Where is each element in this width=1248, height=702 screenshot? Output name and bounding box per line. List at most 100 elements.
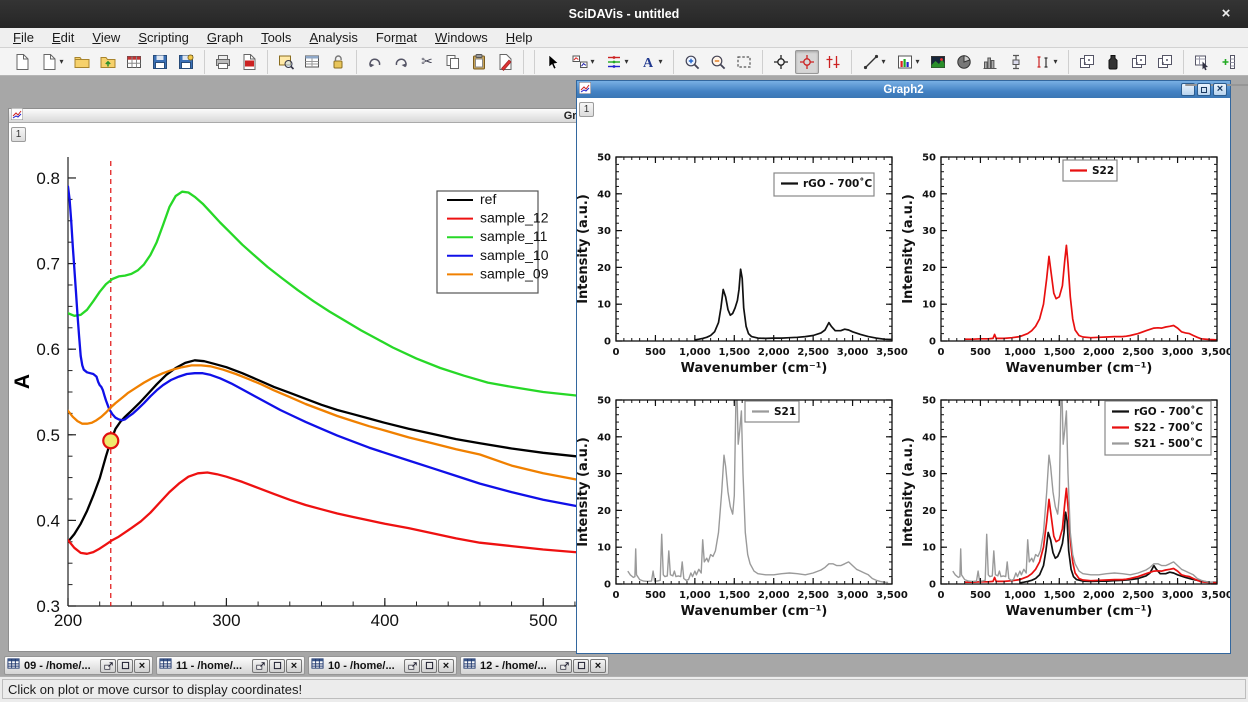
raman-top-left-legend[interactable]: rGO - 700˚C bbox=[774, 173, 874, 196]
menu-edit[interactable]: Edit bbox=[43, 28, 83, 47]
svg-text:40: 40 bbox=[597, 189, 611, 200]
maximize-window-icon[interactable] bbox=[421, 659, 437, 673]
pie-chart-button[interactable] bbox=[952, 50, 976, 74]
menu-view[interactable]: View bbox=[83, 28, 129, 47]
raman-bottom-right-legend[interactable]: rGO - 700˚CS22 - 700˚CS21 - 500˚C bbox=[1105, 401, 1211, 455]
cut-button[interactable]: ✂ bbox=[415, 50, 439, 74]
svg-text:1,500: 1,500 bbox=[718, 590, 750, 601]
restore-window-icon[interactable] bbox=[100, 659, 116, 673]
svg-text:1,500: 1,500 bbox=[1043, 347, 1075, 358]
box-plot-button[interactable] bbox=[1004, 50, 1028, 74]
data-reader-button[interactable] bbox=[795, 50, 819, 74]
save-template-button[interactable] bbox=[174, 50, 198, 74]
mdi-workspace: Graph1 1 0.30.40.50.60.70.8200300400500A… bbox=[0, 76, 1248, 676]
svg-text:Wavenumber (cm⁻¹): Wavenumber (cm⁻¹) bbox=[681, 361, 828, 376]
select-data-range-button[interactable] bbox=[821, 50, 845, 74]
results-log-button[interactable] bbox=[300, 50, 324, 74]
raman-top-right-legend[interactable]: S22 bbox=[1063, 160, 1117, 181]
minimized-window-4[interactable]: 12 - /home/...× bbox=[460, 656, 609, 675]
restore-window-icon[interactable] bbox=[404, 659, 420, 673]
draw-line-button[interactable]: ▾ bbox=[858, 50, 890, 74]
delete-selection-button[interactable] bbox=[493, 50, 517, 74]
menu-tools[interactable]: Tools bbox=[252, 28, 300, 47]
svg-text:30: 30 bbox=[922, 226, 936, 237]
svg-text:Wavenumber (cm⁻¹): Wavenumber (cm⁻¹) bbox=[1006, 604, 1153, 619]
svg-text:0.4: 0.4 bbox=[36, 511, 60, 530]
redo-button[interactable] bbox=[389, 50, 413, 74]
svg-text:2,000: 2,000 bbox=[1083, 590, 1115, 601]
menu-help[interactable]: Help bbox=[497, 28, 542, 47]
menu-windows[interactable]: Windows bbox=[426, 28, 497, 47]
add-function-curve-button[interactable]: ▾ bbox=[892, 50, 924, 74]
new-aspect-button[interactable]: ▾ bbox=[36, 50, 68, 74]
export-pdf-button[interactable] bbox=[237, 50, 261, 74]
app-title: SciDAVis - untitled bbox=[569, 7, 680, 21]
paste-button[interactable] bbox=[467, 50, 491, 74]
lock-toolbars-button[interactable] bbox=[326, 50, 350, 74]
histogram-button[interactable] bbox=[978, 50, 1002, 74]
zoom-out-button[interactable] bbox=[706, 50, 730, 74]
svg-text:40: 40 bbox=[922, 189, 936, 200]
uvvis-legend[interactable]: refsample_12sample_11sample_10sample_09 bbox=[437, 191, 549, 293]
raman-plot-canvas[interactable]: 0102030405005001,0001,5002,0002,5003,000… bbox=[577, 98, 1230, 636]
append-project-button[interactable] bbox=[96, 50, 120, 74]
graph2-window[interactable]: Graph2 × 1 0102030405005001,0001,5002,00… bbox=[576, 80, 1231, 654]
print-button[interactable] bbox=[211, 50, 235, 74]
new-project-button[interactable] bbox=[10, 50, 34, 74]
minimized-window-1[interactable]: 09 - /home/...× bbox=[4, 656, 153, 675]
app-close-icon[interactable]: × bbox=[1216, 4, 1236, 24]
add-column-button[interactable] bbox=[1216, 50, 1240, 74]
menu-graph[interactable]: Graph bbox=[198, 28, 252, 47]
svg-text:300: 300 bbox=[212, 611, 240, 630]
import-ascii-button[interactable] bbox=[122, 50, 146, 74]
app-titlebar[interactable]: SciDAVis - untitled × bbox=[0, 0, 1248, 28]
copy-button[interactable] bbox=[441, 50, 465, 74]
arrange-layers-button[interactable] bbox=[1127, 50, 1151, 74]
open-project-button[interactable] bbox=[70, 50, 94, 74]
menu-file[interactable]: File bbox=[4, 28, 43, 47]
zoom-in-button[interactable] bbox=[680, 50, 704, 74]
graph2-layer-button[interactable]: 1 bbox=[579, 102, 594, 117]
maximize-window-icon[interactable] bbox=[117, 659, 133, 673]
add-image-button[interactable] bbox=[926, 50, 950, 74]
add-layer-button[interactable] bbox=[1075, 50, 1099, 74]
add-text-button[interactable]: A▾ bbox=[635, 50, 667, 74]
graph1-layer-button[interactable]: 1 bbox=[11, 127, 26, 142]
menu-scripting[interactable]: Scripting bbox=[129, 28, 198, 47]
restore-window-icon[interactable] bbox=[252, 659, 268, 673]
curve-style-button[interactable]: ▾ bbox=[601, 50, 633, 74]
minimized-window-3[interactable]: 10 - /home/...× bbox=[308, 656, 457, 675]
menu-format[interactable]: Format bbox=[367, 28, 426, 47]
graph2-maximize-icon[interactable] bbox=[1197, 83, 1211, 96]
screen-reader-button[interactable] bbox=[769, 50, 793, 74]
add-inset-layer-button[interactable] bbox=[1101, 50, 1125, 74]
graph2-minimize-icon[interactable] bbox=[1181, 83, 1195, 96]
undo-button[interactable] bbox=[363, 50, 387, 74]
menu-analysis[interactable]: Analysis bbox=[300, 28, 366, 47]
close-window-icon[interactable]: × bbox=[438, 659, 454, 673]
maximize-window-icon[interactable] bbox=[573, 659, 589, 673]
plot-type-button[interactable]: ▾ bbox=[567, 50, 599, 74]
minimized-window-2[interactable]: 11 - /home/...× bbox=[156, 656, 305, 675]
close-window-icon[interactable]: × bbox=[590, 659, 606, 673]
save-project-button[interactable] bbox=[148, 50, 172, 74]
restore-window-icon[interactable] bbox=[556, 659, 572, 673]
rescale-to-show-all-button[interactable] bbox=[732, 50, 756, 74]
graph2-close-icon[interactable]: × bbox=[1213, 83, 1227, 96]
graph2-titlebar[interactable]: Graph2 × bbox=[577, 81, 1230, 98]
project-explorer-button[interactable] bbox=[274, 50, 298, 74]
maximize-window-icon[interactable] bbox=[269, 659, 285, 673]
raman-bottom-right[interactable]: 0102030405005001,0001,5002,0002,5003,000… bbox=[901, 393, 1230, 619]
svg-text:1,500: 1,500 bbox=[718, 347, 750, 358]
select-table-button[interactable] bbox=[1190, 50, 1214, 74]
close-window-icon[interactable]: × bbox=[286, 659, 302, 673]
raman-bottom-left[interactable]: 0102030405005001,0001,5002,0002,5003,000… bbox=[577, 393, 908, 619]
raman-bottom-left-legend[interactable]: S21 bbox=[745, 401, 799, 422]
uvvis-plot-canvas[interactable]: 0.30.40.50.60.70.8200300400500Arefsample… bbox=[9, 123, 649, 651]
add-error-bars-button[interactable]: ▾ bbox=[1030, 50, 1062, 74]
raman-top-left[interactable]: 0102030405005001,0001,5002,0002,5003,000… bbox=[577, 153, 908, 377]
close-window-icon[interactable]: × bbox=[134, 659, 150, 673]
raman-top-right[interactable]: 0102030405005001,0001,5002,0002,5003,000… bbox=[901, 153, 1230, 377]
automatic-layout-button[interactable] bbox=[1153, 50, 1177, 74]
pointer-button[interactable] bbox=[541, 50, 565, 74]
